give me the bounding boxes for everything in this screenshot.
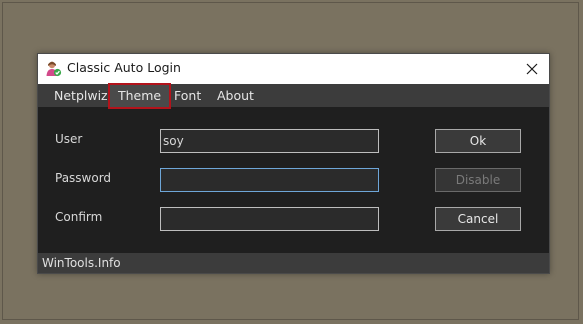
menu-about[interactable]: About <box>217 84 254 107</box>
menu-bar: Netplwiz Theme Font About <box>38 83 549 109</box>
menu-theme[interactable]: Theme <box>108 83 172 109</box>
menu-font[interactable]: Font <box>174 84 201 107</box>
confirm-label: Confirm <box>55 210 103 224</box>
ok-button[interactable]: Ok <box>435 129 521 153</box>
user-label: User <box>55 132 83 146</box>
user-check-icon <box>46 61 62 77</box>
confirm-input[interactable] <box>160 207 379 231</box>
close-button[interactable] <box>515 54 549 84</box>
status-bar: WinTools.Info <box>38 253 549 273</box>
cancel-button[interactable]: Cancel <box>435 207 521 231</box>
app-window: Classic Auto Login Netplwiz Theme Font A… <box>37 53 550 274</box>
disable-button[interactable]: Disable <box>435 168 521 192</box>
menu-netplwiz[interactable]: Netplwiz <box>54 84 108 107</box>
user-input[interactable] <box>160 129 379 153</box>
password-input[interactable] <box>160 168 379 192</box>
password-label: Password <box>55 171 112 185</box>
title-bar[interactable]: Classic Auto Login <box>38 54 549 85</box>
close-icon <box>526 63 538 75</box>
status-text[interactable]: WinTools.Info <box>42 256 121 270</box>
window-title: Classic Auto Login <box>67 60 181 75</box>
